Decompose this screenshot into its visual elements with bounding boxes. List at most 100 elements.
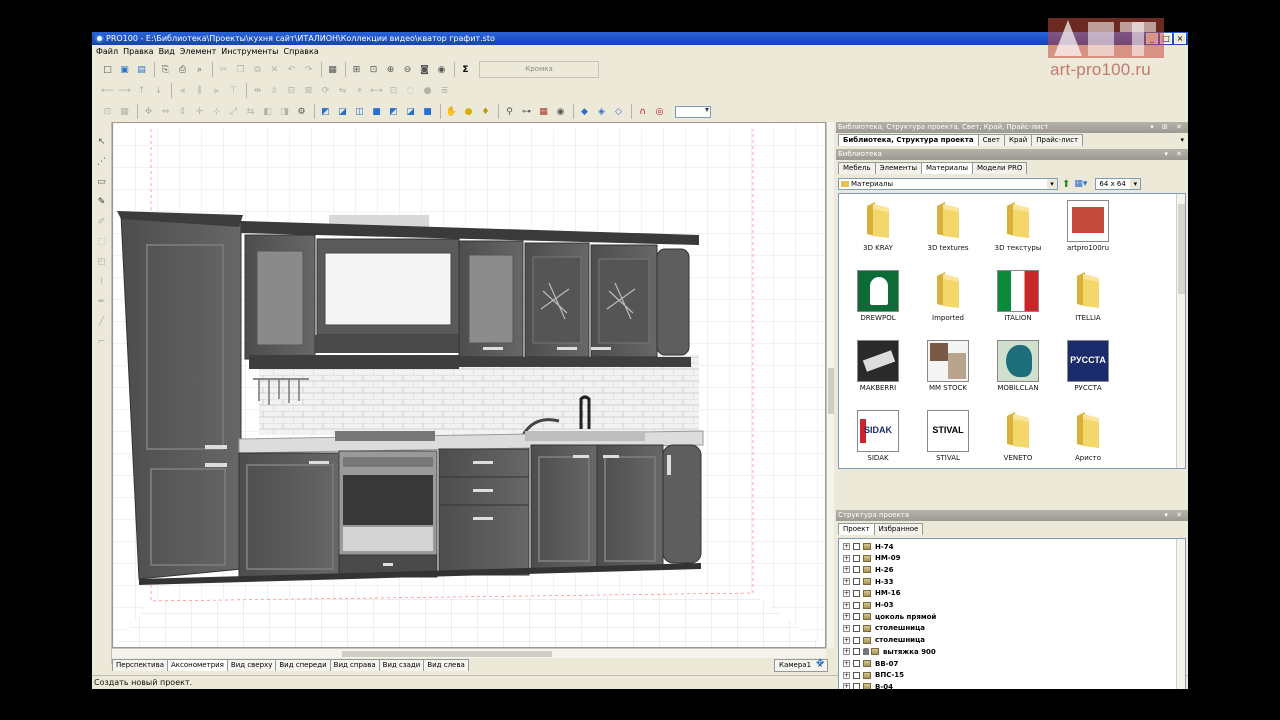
visibility-checkbox[interactable] [853,671,860,679]
align-left-icon[interactable]: ⫷ [175,83,190,98]
dimensions-icon[interactable]: ⊶ [519,104,534,119]
library-item[interactable]: STIVAL STIVAL [913,406,983,468]
tree-row[interactable]: + цоколь прямой [843,611,936,622]
view-mode-select[interactable] [675,105,711,118]
expand-icon[interactable]: + [843,683,850,689]
menu-help[interactable]: Справка [284,45,324,58]
cube-solid-icon[interactable]: ■ [369,104,384,119]
flip-icon[interactable]: ⇆ [243,104,258,119]
visibility-checkbox[interactable] [853,660,860,667]
tab-models-pro[interactable]: Модели PRO [972,162,1028,174]
light-bulb-icon[interactable]: ● [461,104,476,119]
visibility-checkbox[interactable] [853,683,860,689]
library-item[interactable]: MM STOCK [913,336,983,404]
tab-front-view[interactable]: Вид спереди [275,659,331,671]
snap-icon[interactable]: ⌖ [352,83,367,98]
library-item[interactable]: ITELLIA [1053,266,1123,334]
visibility-checkbox[interactable] [853,613,860,621]
lamp-icon[interactable]: ♦ [478,104,493,119]
tab-favorites[interactable]: Избранное [873,523,924,535]
menu-tools[interactable]: Инструменты [221,45,283,58]
fill-icon[interactable]: ⬚ [94,234,109,249]
print-preview-icon[interactable]: ⌕ [192,62,207,77]
library-caption-buttons[interactable]: ▾ ✕ [1164,149,1185,160]
tree-row[interactable]: + Н-03 [843,600,894,611]
mirror-icon[interactable]: ⇋ [335,83,350,98]
3d-viewport[interactable] [112,122,826,648]
settings-gear-icon[interactable]: ⚙ [294,104,309,119]
structure-caption-buttons[interactable]: ▾ ✕ [1164,510,1185,521]
paste-icon[interactable]: ⧉ [250,62,265,77]
distribute-h-icon[interactable]: ⇹ [250,83,265,98]
library-item[interactable]: SIDAK SIDAK [843,406,913,468]
visibility-checkbox[interactable] [853,578,860,586]
menu-element[interactable]: Элемент [180,45,221,58]
expand-icon[interactable]: + [843,636,850,644]
cube-right-icon[interactable]: ◪ [403,104,418,119]
panel-caption-buttons[interactable]: ▾ ⊞ ✕ [1150,122,1185,133]
cut-icon[interactable]: ✂ [216,62,231,77]
expand-icon[interactable]: + [843,554,850,562]
move-x-icon[interactable]: ⇔ [158,104,173,119]
tab-right-view[interactable]: Вид справа [329,659,380,671]
tab-left-view[interactable]: Вид слева [423,659,469,671]
expand-icon[interactable]: + [843,613,850,621]
tabs-dropdown-icon[interactable]: ▾ [1180,136,1184,144]
visibility-checkbox[interactable] [853,589,860,597]
properties-icon[interactable]: ▦ [325,62,340,77]
tree-row[interactable]: + ВПС-15 [843,670,904,681]
library-item[interactable]: Imported [913,266,983,334]
align-top-icon[interactable]: ⊤ [226,83,241,98]
magnet-icon[interactable]: ∩ [635,104,650,119]
grid-icon[interactable]: ▦ [117,104,132,119]
line-tool-icon[interactable]: ╱ [94,314,109,329]
stack-icon[interactable]: ◇ [611,104,626,119]
expand-icon[interactable]: + [843,578,850,586]
cube-front-icon[interactable]: ◩ [318,104,333,119]
brush-icon[interactable]: ⌇ [94,274,109,289]
visibility-checkbox[interactable] [853,636,860,644]
diamond-icon[interactable]: ◆ [577,104,592,119]
tree-row[interactable]: + В-04 [843,681,893,689]
scale-icon[interactable]: ⤢ [226,104,241,119]
open-file-icon[interactable]: ▣ [117,62,132,77]
zoom-window-icon[interactable]: ⊡ [366,62,381,77]
ungroup-icon[interactable]: ⊠ [301,83,316,98]
render-icon[interactable]: ◙ [417,62,432,77]
layer-icon[interactable]: ≣ [437,83,452,98]
tree-row[interactable]: + Н-74 [843,541,894,552]
tree-row[interactable]: + ВВ-07 [843,658,898,669]
menu-file[interactable]: Файл [96,45,123,58]
expand-icon[interactable]: + [843,566,850,574]
save-icon[interactable]: ▤ [134,62,149,77]
library-item[interactable]: РУССТА РУССТА [1053,336,1123,404]
navigator-icon[interactable]: ✥ [816,658,824,669]
crosshair-icon[interactable]: ✛ [192,104,207,119]
snap-grid-icon[interactable]: ⊹ [209,104,224,119]
delete-icon[interactable]: ✕ [267,62,282,77]
tab-axonometry[interactable]: Аксонометрия [167,659,228,671]
cube-left-icon[interactable]: ◪ [335,104,350,119]
tree-row[interactable]: + НМ-09 [843,553,900,564]
menu-view[interactable]: Вид [159,45,180,58]
library-path-select[interactable]: Материалы ▾ [838,178,1058,190]
tree-row[interactable]: + столешница [843,635,925,646]
library-item[interactable]: ITALION [983,266,1053,334]
cube-top-icon[interactable]: ◫ [352,104,367,119]
expand-icon[interactable]: + [843,660,850,667]
link-icon[interactable]: ⚲ [502,104,517,119]
expand-icon[interactable]: + [843,648,850,656]
multi-select-icon[interactable]: ⋰ [94,154,109,169]
hide-icon[interactable]: ◌ [403,83,418,98]
copy-icon[interactable]: ❐ [233,62,248,77]
menu-edit[interactable]: Правка [123,45,158,58]
new-file-icon[interactable]: □ [100,62,115,77]
tab-elements[interactable]: Элементы [874,162,923,174]
thumb-size-select[interactable]: 64 x 64 ▾ [1095,178,1142,190]
tab-perspective[interactable]: Перспектива [112,659,169,671]
arrow-right-icon[interactable]: ⟶ [117,83,132,98]
library-scrollbar[interactable] [1176,194,1185,468]
tab-project[interactable]: Проект [838,523,875,535]
view-options-icon[interactable]: ▦▾ [1074,179,1087,189]
tree-row[interactable]: + НМ-16 [843,588,900,599]
